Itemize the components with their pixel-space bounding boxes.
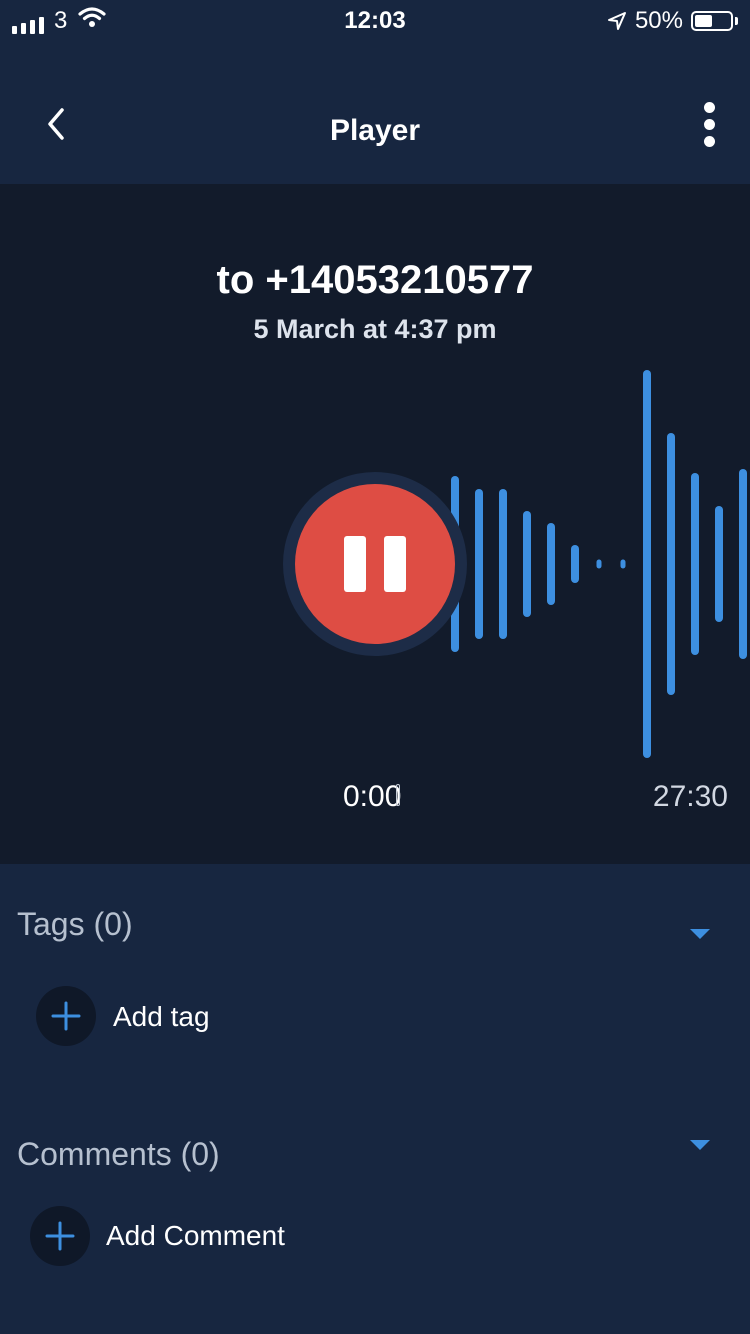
status-bar: 3 12:03 50% bbox=[0, 0, 750, 44]
tags-expand-icon[interactable] bbox=[690, 929, 710, 939]
more-vertical-icon bbox=[694, 102, 724, 147]
add-tag-button[interactable] bbox=[36, 986, 96, 1046]
tags-title: Tags (0) bbox=[17, 906, 133, 942]
status-right: 50% bbox=[607, 7, 738, 35]
plus-icon bbox=[51, 1001, 81, 1031]
battery-icon bbox=[691, 11, 733, 31]
battery-fill bbox=[695, 15, 712, 27]
more-options-button[interactable] bbox=[694, 102, 724, 150]
player-panel: to +14053210577 5 March at 4:37 pm 0:00 … bbox=[0, 184, 750, 864]
playhead[interactable] bbox=[396, 784, 400, 806]
page-title: Player bbox=[329, 114, 421, 147]
add-comment-button[interactable] bbox=[30, 1206, 90, 1266]
pause-button[interactable] bbox=[295, 484, 455, 644]
battery-nub bbox=[735, 17, 738, 25]
elapsed-time: 0:00 bbox=[343, 780, 402, 813]
total-duration: 27:30 bbox=[652, 780, 728, 813]
plus-icon bbox=[45, 1221, 75, 1251]
comments-title: Comments (0) bbox=[17, 1136, 220, 1172]
add-comment-label[interactable]: Add Comment bbox=[106, 1220, 285, 1252]
add-tag-label[interactable]: Add tag bbox=[113, 1001, 210, 1033]
comments-expand-icon[interactable] bbox=[690, 1140, 710, 1150]
navigation-bar: Player bbox=[0, 44, 750, 184]
location-arrow-icon bbox=[607, 12, 626, 30]
battery-percent: 50% bbox=[634, 7, 683, 34]
pause-icon bbox=[344, 536, 406, 592]
